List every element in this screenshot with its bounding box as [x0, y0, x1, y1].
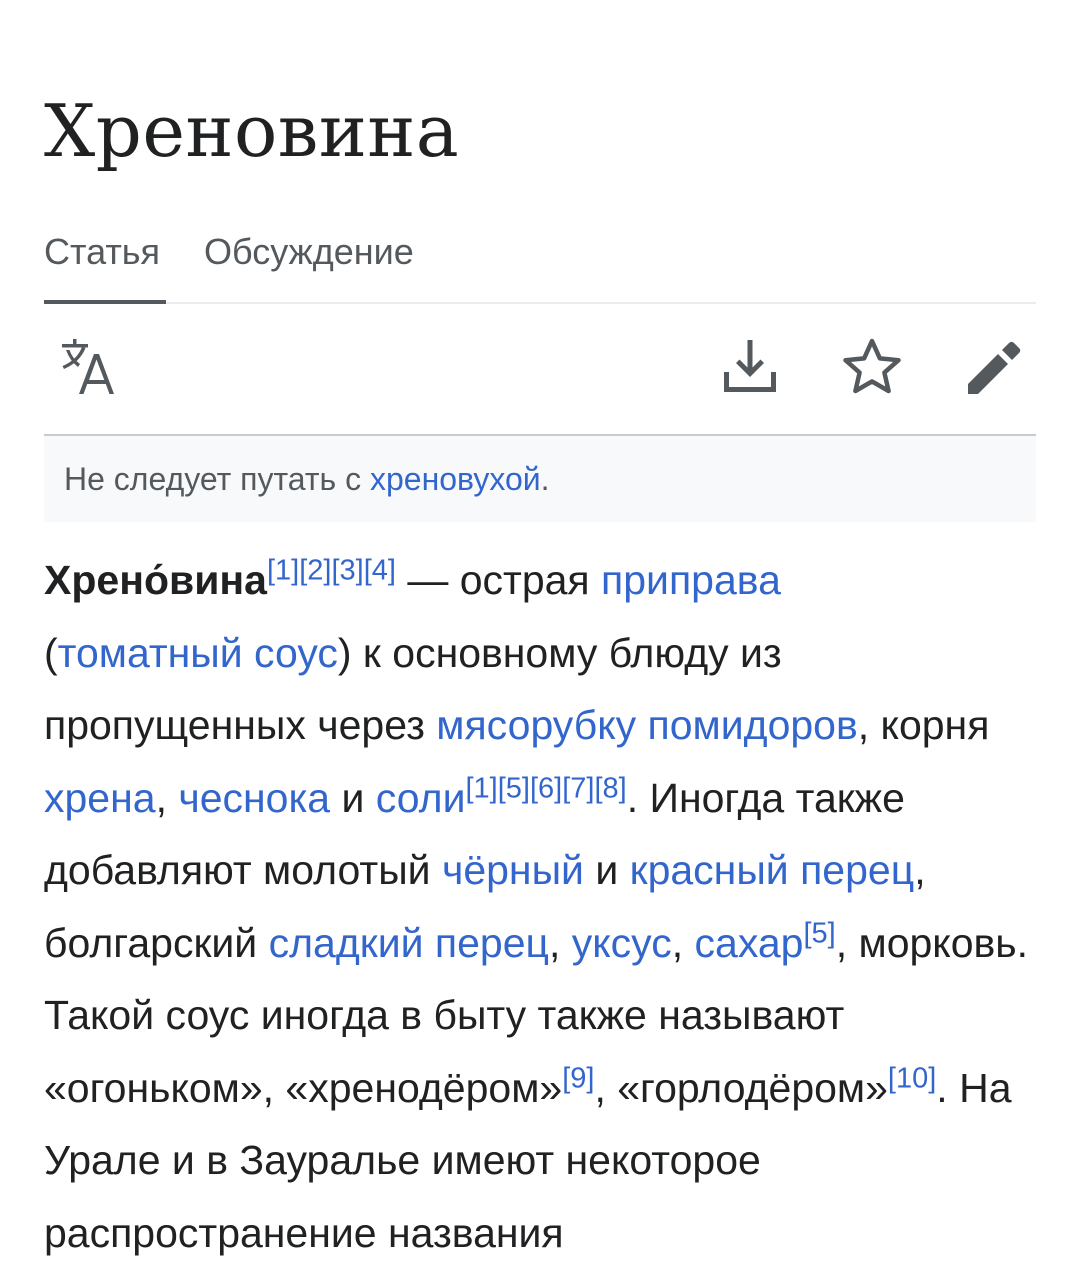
reference-link[interactable]: [1][5][6][7][8] — [465, 772, 626, 804]
paragraph-text: ( — [44, 629, 58, 676]
link-garlic[interactable]: чеснока — [178, 775, 330, 821]
link-sugar[interactable]: сахар — [695, 920, 804, 966]
paragraph-text: , корня — [857, 702, 990, 748]
reference-link[interactable]: [9] — [562, 1062, 594, 1094]
link-pripava[interactable]: приправа — [601, 557, 781, 603]
link-horseradish[interactable]: хрена — [44, 775, 156, 821]
reference-link[interactable]: [5] — [803, 917, 835, 949]
link-meat-grinder[interactable]: мясорубку — [436, 702, 636, 748]
hatnote-link[interactable]: хреновухой — [370, 461, 541, 497]
hatnote: Не следует путать с хреновухой. — [44, 436, 1036, 522]
paragraph-text: , — [671, 919, 695, 966]
language-icon[interactable] — [58, 336, 122, 400]
reference-link[interactable]: [10] — [888, 1062, 936, 1094]
download-icon[interactable] — [718, 336, 782, 400]
paragraph-text — [636, 702, 647, 748]
link-sweet-pepper[interactable]: сладкий перец — [269, 920, 549, 966]
link-tomatoes[interactable]: помидоров — [648, 702, 858, 748]
paragraph-text: , «горлодёром» — [594, 1064, 888, 1111]
paragraph-text: , — [155, 774, 179, 821]
tab-bar: Статья Обсуждение — [44, 222, 1036, 304]
tab-article[interactable]: Статья — [44, 230, 160, 274]
link-tomato-sauce[interactable]: томатный соус — [58, 630, 338, 676]
paragraph-text: и — [330, 774, 376, 821]
hatnote-suffix: . — [540, 461, 550, 497]
paragraph-text: — острая — [395, 557, 602, 603]
paragraph-text: и — [583, 847, 630, 893]
paragraph-text: , — [548, 919, 572, 966]
link-black-pepper[interactable]: чёрный — [442, 847, 584, 893]
link-red-pepper[interactable]: красный перец — [630, 847, 915, 893]
link-vinegar[interactable]: уксус — [572, 920, 672, 966]
tab-talk[interactable]: Обсуждение — [204, 230, 414, 274]
star-icon[interactable] — [840, 336, 904, 400]
link-salt[interactable]: соли — [376, 775, 466, 821]
hatnote-text: Не следует путать с — [64, 461, 370, 497]
page-title: Хреновина — [44, 89, 460, 173]
article-paragraph: Хрено́вина[1][2][3][4] — острая приправа… — [44, 544, 1044, 1269]
page-actions-toolbar — [44, 302, 1036, 436]
article-term: Хрено́вина — [44, 557, 267, 603]
edit-icon[interactable] — [962, 336, 1026, 400]
reference-link[interactable]: [1][2][3][4] — [267, 554, 396, 586]
